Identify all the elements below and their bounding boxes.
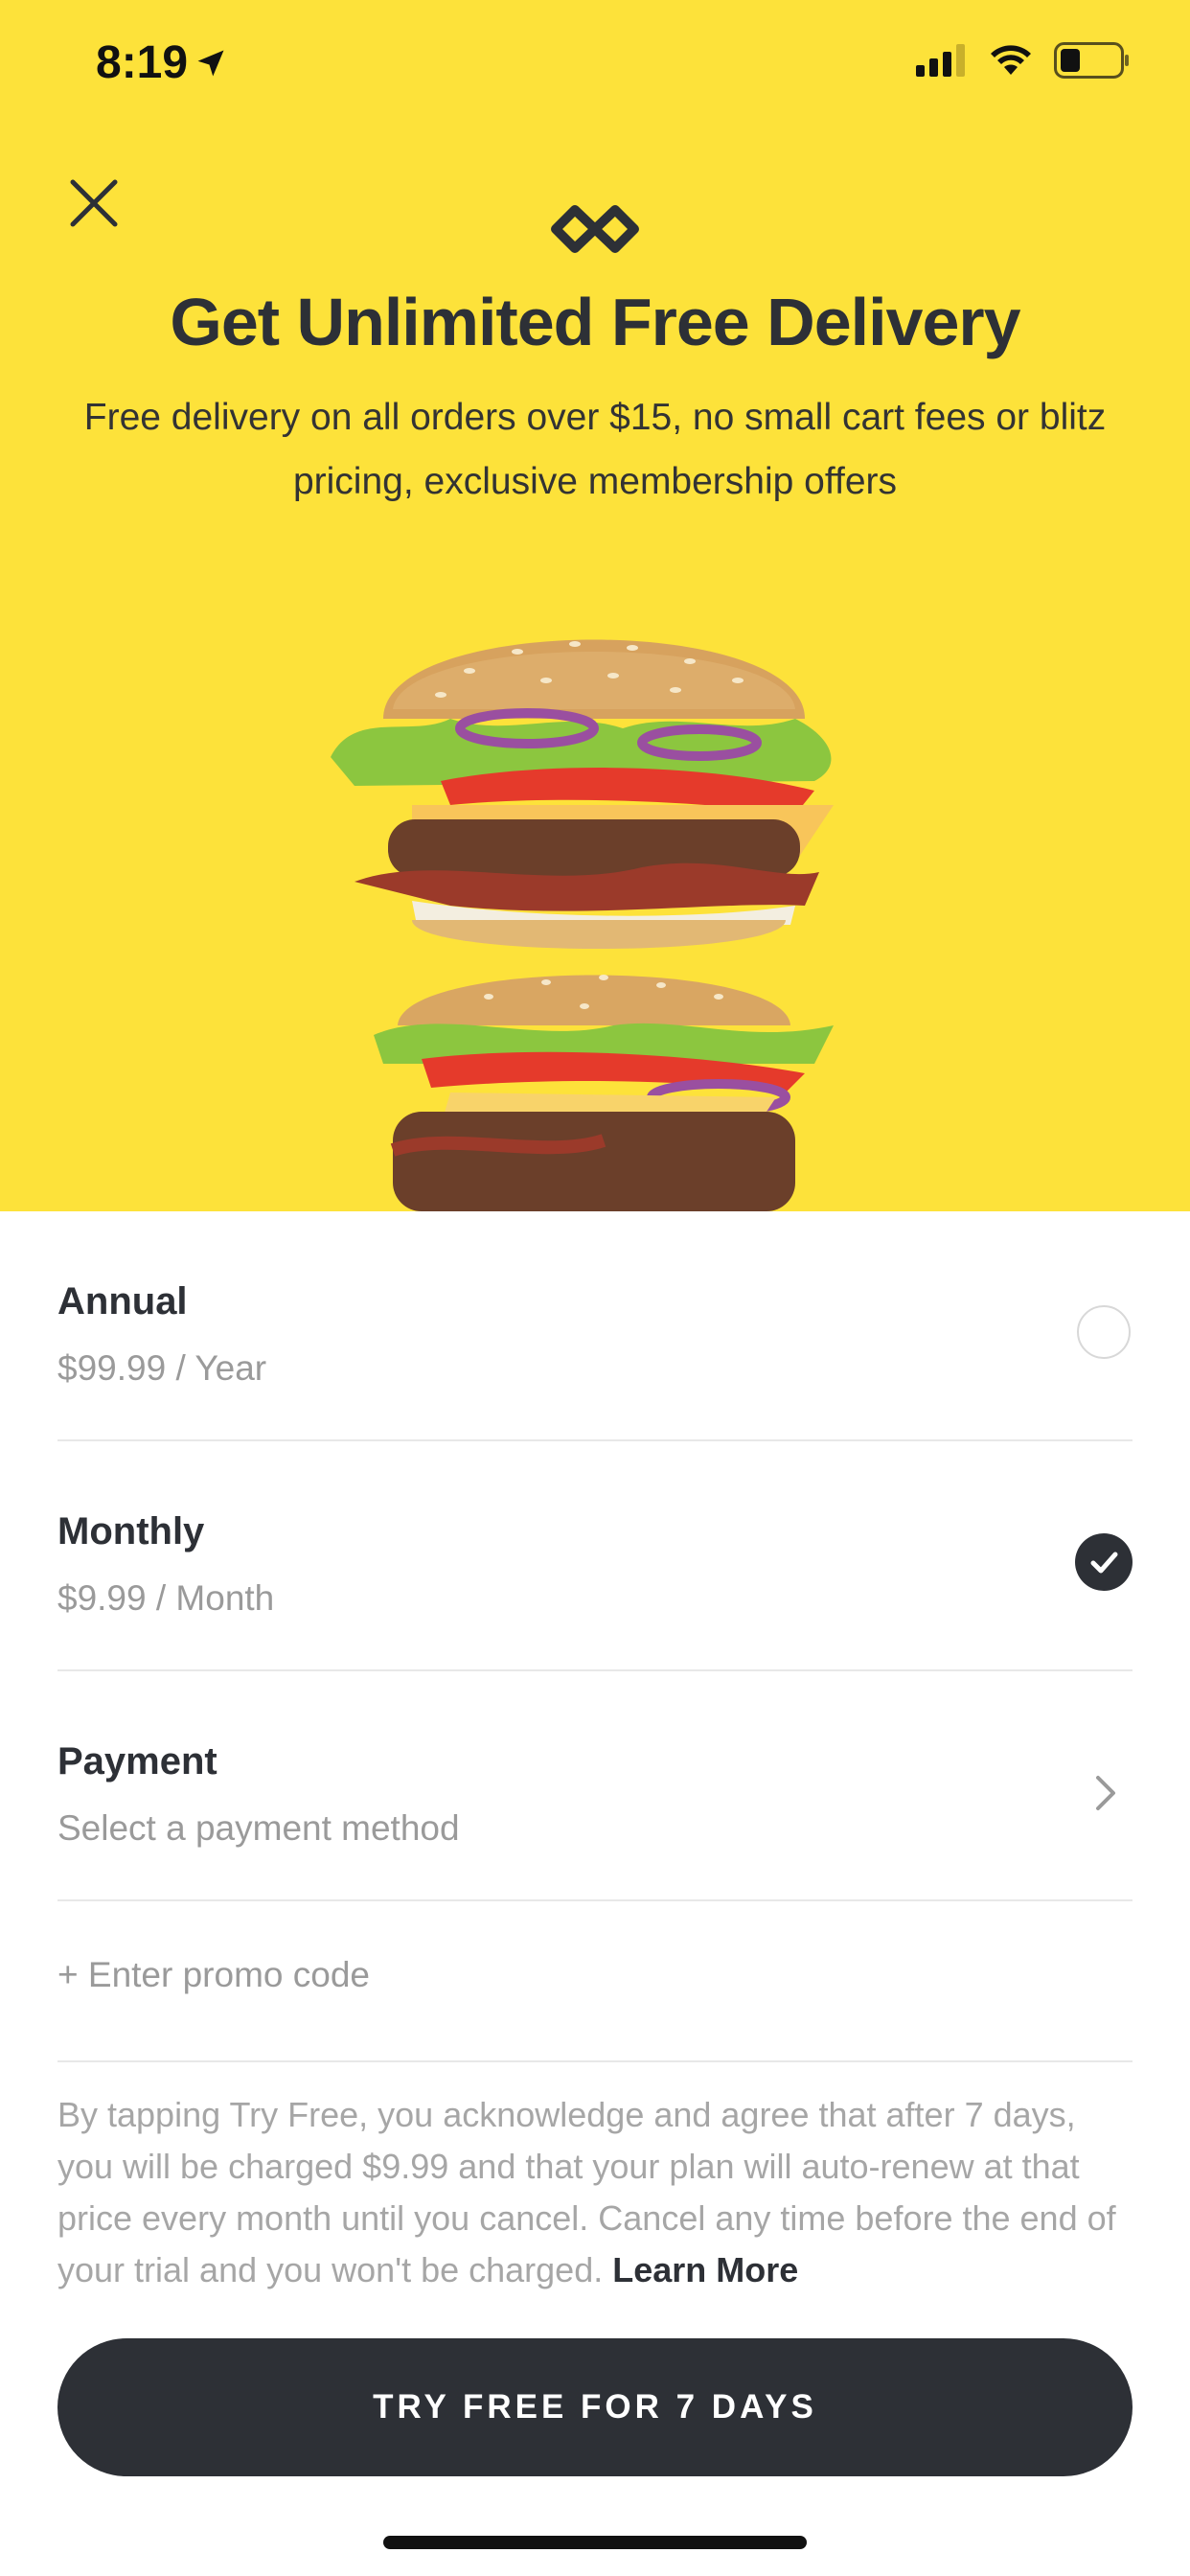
status-bar-icons [916,42,1131,79]
payment-title: Payment [57,1740,217,1782]
home-indicator [383,2536,807,2549]
burger-image [331,639,834,1211]
legal-text: By tapping Try Free, you acknowledge and… [57,2095,1116,2289]
page-title: Get Unlimited Free Delivery [170,285,1020,359]
plan-option-annual[interactable]: Annual $99.99 / Year [57,1211,1133,1441]
try-free-button[interactable]: TRY FREE FOR 7 DAYS [57,2338,1133,2476]
wifi-icon [991,45,1031,75]
promo-code-row: + Enter promo code [57,1901,1133,2062]
location-arrow-icon [197,50,224,76]
radio-selected[interactable] [1075,1533,1133,1591]
checkmark-icon [1090,1552,1118,1574]
chevron-right-icon [1096,1776,1115,1810]
page-subtitle: Free delivery on all orders over $15, no… [83,397,1107,502]
promo-code-link[interactable]: + Enter promo code [57,1955,370,1995]
status-time-text: 8:19 [96,37,189,88]
payment-subtitle: Select a payment method [57,1808,460,1848]
close-icon [70,179,118,227]
plan-title: Annual [57,1280,188,1322]
close-button[interactable] [59,169,128,238]
legal-disclaimer: By tapping Try Free, you acknowledge and… [57,2089,1140,2296]
plan-title: Monthly [57,1510,205,1552]
battery-icon [1054,42,1129,79]
hero-section: 8:19 Get Unlimited Free Delivery Free de… [0,0,1190,1211]
plan-price: $9.99 / Month [57,1578,275,1618]
plan-price: $99.99 / Year [57,1348,267,1388]
radio-unselected[interactable] [1077,1305,1131,1359]
learn-more-link[interactable]: Learn More [612,2250,798,2289]
dashpass-logo-icon [551,205,639,253]
payment-method-row[interactable]: Payment Select a payment method [57,1671,1133,1901]
cellular-signal-icon [916,44,965,77]
plan-option-monthly[interactable]: Monthly $9.99 / Month [57,1441,1133,1671]
status-bar-time: 8:19 [96,36,228,89]
